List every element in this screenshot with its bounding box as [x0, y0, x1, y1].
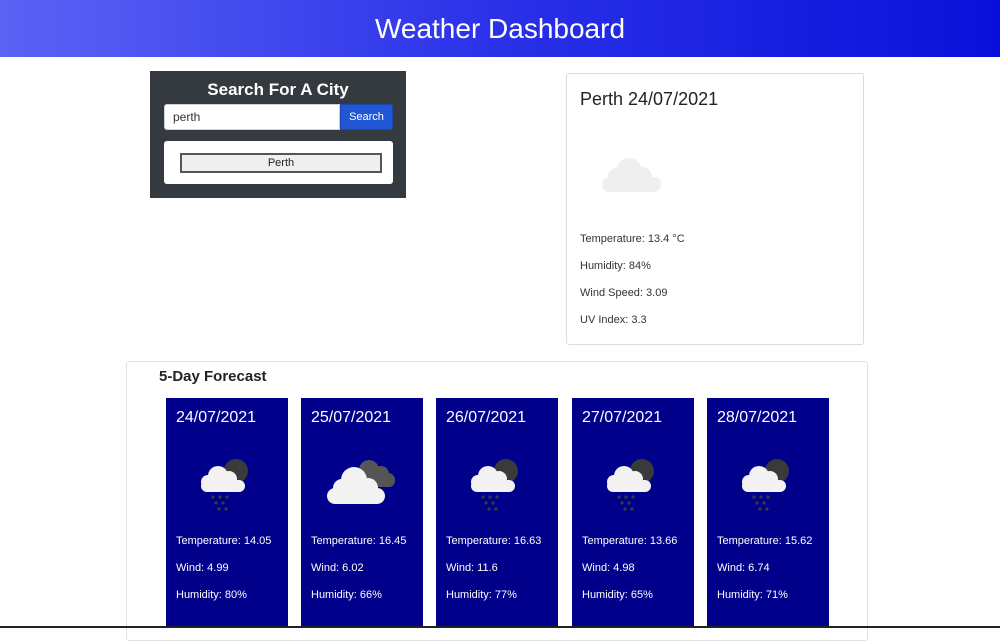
forecast-card: 28/07/2021 Temperature: 15.62 Wind: 6.74… [707, 398, 829, 628]
forecast-temperature: Temperature: 16.45 [311, 535, 407, 547]
broken-clouds-icon [327, 460, 395, 504]
forecast-heading: 5-Day Forecast [159, 368, 267, 385]
forecast-humidity: Humidity: 66% [311, 589, 382, 601]
page-title: Weather Dashboard [374, 12, 626, 44]
forecast-temperature: Temperature: 15.62 [717, 535, 813, 547]
forecast-wind: Wind: 11.6 [446, 562, 498, 574]
forecast-temperature: Temperature: 13.66 [582, 535, 678, 547]
forecast-humidity: Humidity: 80% [176, 589, 247, 601]
forecast-card: 24/07/2021 Temperature: 14.05 Wind: 4.99… [166, 398, 288, 628]
forecast-date: 25/07/2021 [311, 409, 392, 426]
current-weather-card: Perth 24/07/2021 Temperature: 13.4 °C Hu… [566, 73, 864, 345]
app-header: Weather Dashboard [0, 0, 1000, 57]
search-title: Search For A City [207, 80, 349, 99]
forecast-card: 27/07/2021 Temperature: 13.66 Wind: 4.98… [572, 398, 694, 628]
forecast-wind: Wind: 4.99 [176, 562, 229, 574]
forecast-wind: Wind: 4.98 [582, 562, 635, 574]
forecast-date: 26/07/2021 [446, 409, 527, 426]
forecast-date: 24/07/2021 [176, 409, 257, 426]
city-search-input[interactable] [164, 104, 340, 130]
current-wind-speed: Wind Speed: 3.09 [580, 287, 668, 299]
current-humidity: Humidity: 84% [580, 260, 651, 272]
forecast-temperature: Temperature: 14.05 [176, 535, 272, 547]
cloud-icon [602, 158, 661, 192]
night-rain-icon [742, 459, 789, 511]
forecast-humidity: Humidity: 71% [717, 589, 788, 601]
night-rain-icon [607, 459, 654, 511]
forecast-temperature: Temperature: 16.63 [446, 535, 542, 547]
forecast-section: 5-Day Forecast 24/07/2021 Temperature: 1… [126, 361, 868, 641]
current-uv-index: UV Index: 3.3 [580, 314, 647, 326]
current-city-date: Perth 24/07/2021 [580, 89, 719, 109]
night-rain-icon [471, 459, 518, 511]
forecast-card: 25/07/2021 Temperature: 16.45 Wind: 6.02… [301, 398, 423, 628]
search-button[interactable]: Search [340, 104, 393, 130]
current-temperature: Temperature: 13.4 °C [580, 233, 685, 245]
forecast-humidity: Humidity: 77% [446, 589, 517, 601]
forecast-humidity: Humidity: 65% [582, 589, 653, 601]
forecast-date: 27/07/2021 [582, 409, 663, 426]
forecast-date: 28/07/2021 [717, 409, 798, 426]
forecast-wind: Wind: 6.74 [717, 562, 770, 574]
forecast-wind: Wind: 6.02 [311, 562, 364, 574]
night-rain-icon [201, 459, 248, 511]
forecast-card: 26/07/2021 Temperature: 16.63 Wind: 11.6… [436, 398, 558, 628]
history-item-perth[interactable]: Perth [180, 153, 382, 173]
